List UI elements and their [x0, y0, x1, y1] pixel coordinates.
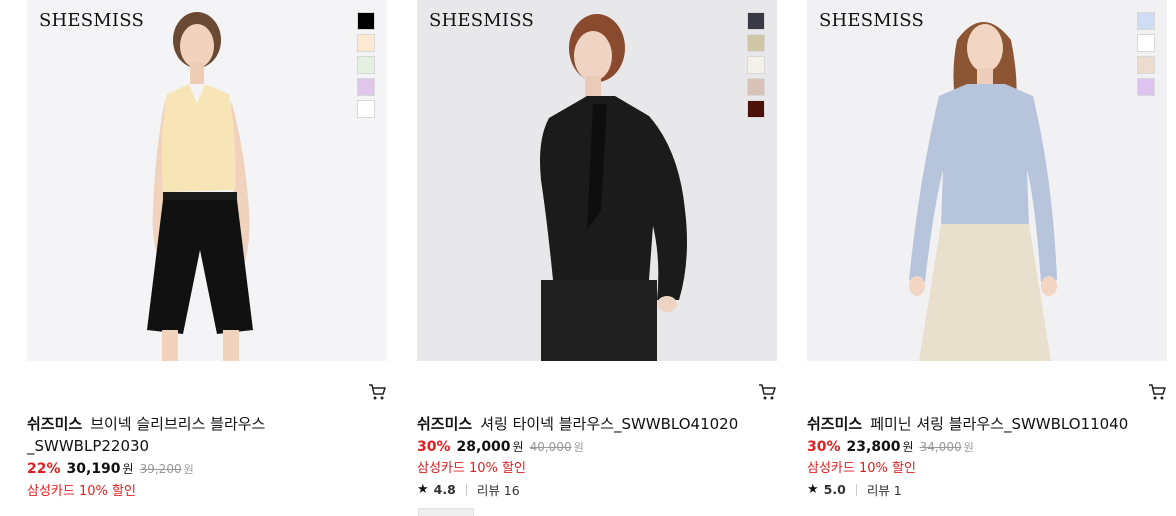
price-line: 22% 30,190 원 39,200 원: [27, 460, 194, 477]
card-promo: 삼성카드 10% 할인: [807, 461, 916, 476]
discount-rate: 30%: [417, 439, 451, 455]
original-price: 40,000: [529, 440, 572, 454]
color-swatch[interactable]: [1137, 34, 1155, 52]
sale-price: 23,800: [846, 439, 901, 455]
product-image[interactable]: SHESMISS: [417, 0, 777, 361]
divider: [465, 483, 467, 496]
color-swatches: [357, 12, 375, 118]
product-image[interactable]: SHESMISS: [27, 0, 387, 361]
currency: 원: [902, 440, 914, 454]
original-price: 39,200: [139, 462, 182, 476]
rating-line: ★ 5.0 리뷰 1: [807, 480, 902, 499]
color-swatch[interactable]: [747, 34, 765, 52]
discount-rate: 30%: [807, 439, 841, 455]
cart-icon[interactable]: [1147, 382, 1167, 402]
divider: [855, 483, 857, 496]
color-swatch[interactable]: [747, 56, 765, 74]
color-swatch[interactable]: [357, 56, 375, 74]
rating-value: 5.0: [823, 482, 846, 497]
model-photo: [27, 0, 387, 361]
color-swatch[interactable]: [1137, 56, 1155, 74]
review-count[interactable]: 리뷰 1: [867, 480, 902, 499]
product-title[interactable]: 쉬즈미스 브이넥 슬리브리스 블라우스 _SWWBLP22030: [27, 413, 377, 457]
product-title[interactable]: 쉬즈미스 페미닌 셔링 블라우스_SWWBLO11040: [807, 413, 1157, 435]
currency: 원: [122, 462, 134, 476]
review-count[interactable]: 리뷰 16: [477, 480, 520, 499]
color-swatches: [1137, 12, 1155, 96]
color-swatch[interactable]: [1137, 12, 1155, 30]
price-line: 30% 28,000 원 40,000 원: [417, 438, 584, 455]
model-photo: [807, 0, 1167, 361]
cart-icon[interactable]: [757, 382, 777, 402]
brand-logo: SHESMISS: [819, 10, 924, 31]
star-icon: ★: [417, 482, 429, 497]
discount-rate: 22%: [27, 461, 61, 477]
card-promo: 삼성카드 10% 할인: [27, 484, 136, 499]
color-swatch[interactable]: [357, 34, 375, 52]
sale-price: 28,000: [456, 439, 511, 455]
color-swatch[interactable]: [747, 12, 765, 30]
sale-price: 30,190: [66, 461, 121, 477]
color-swatches: [747, 12, 765, 118]
brand-logo: SHESMISS: [39, 10, 144, 31]
star-icon: ★: [807, 482, 819, 497]
card-promo: 삼성카드 10% 할인: [417, 461, 526, 476]
original-price: 34,000: [919, 440, 962, 454]
rating-line: ★ 4.8 리뷰 16: [417, 480, 520, 499]
original-currency: 원: [183, 463, 194, 476]
brand-logo: SHESMISS: [429, 10, 534, 31]
product-brand: 쉬즈미스: [27, 415, 83, 433]
product-name: 페미닌 셔링 블라우스_SWWBLO11040: [870, 415, 1129, 433]
color-swatch[interactable]: [1137, 78, 1155, 96]
color-swatch[interactable]: [357, 100, 375, 118]
color-swatch[interactable]: [357, 12, 375, 30]
product-name: 셔링 타이넥 블라우스_SWWBLO41020: [480, 415, 739, 433]
color-swatch[interactable]: [747, 100, 765, 118]
original-currency: 원: [963, 441, 974, 454]
product-brand: 쉬즈미스: [807, 415, 863, 433]
product-title[interactable]: 쉬즈미스 셔링 타이넥 블라우스_SWWBLO41020: [417, 413, 767, 435]
product-name: 브이넥 슬리브리스 블라우스: [90, 415, 266, 433]
price-line: 30% 23,800 원 34,000 원: [807, 438, 974, 455]
product-image[interactable]: SHESMISS: [807, 0, 1167, 361]
currency: 원: [512, 440, 524, 454]
color-swatch[interactable]: [357, 78, 375, 96]
product-card[interactable]: SHESMISS 쉬즈미스 페미닌 셔링 블라우스_SWWBLO11040 30%…: [807, 0, 1167, 516]
product-card[interactable]: SHESMISS 쉬즈미스 브이넥 슬리브리스 블라우스 _SWWBLP22030…: [27, 0, 387, 516]
model-photo: [417, 0, 777, 361]
original-currency: 원: [573, 441, 584, 454]
product-card[interactable]: SHESMISS 쉬즈미스 셔링 타이넥 블라우스_SWWBLO41020 30%…: [417, 0, 777, 516]
rating-value: 4.8: [433, 482, 456, 497]
product-code: _SWWBLP22030: [27, 437, 150, 455]
product-brand: 쉬즈미스: [417, 415, 473, 433]
partial-chip: [418, 508, 474, 516]
cart-icon[interactable]: [367, 382, 387, 402]
color-swatch[interactable]: [747, 78, 765, 96]
